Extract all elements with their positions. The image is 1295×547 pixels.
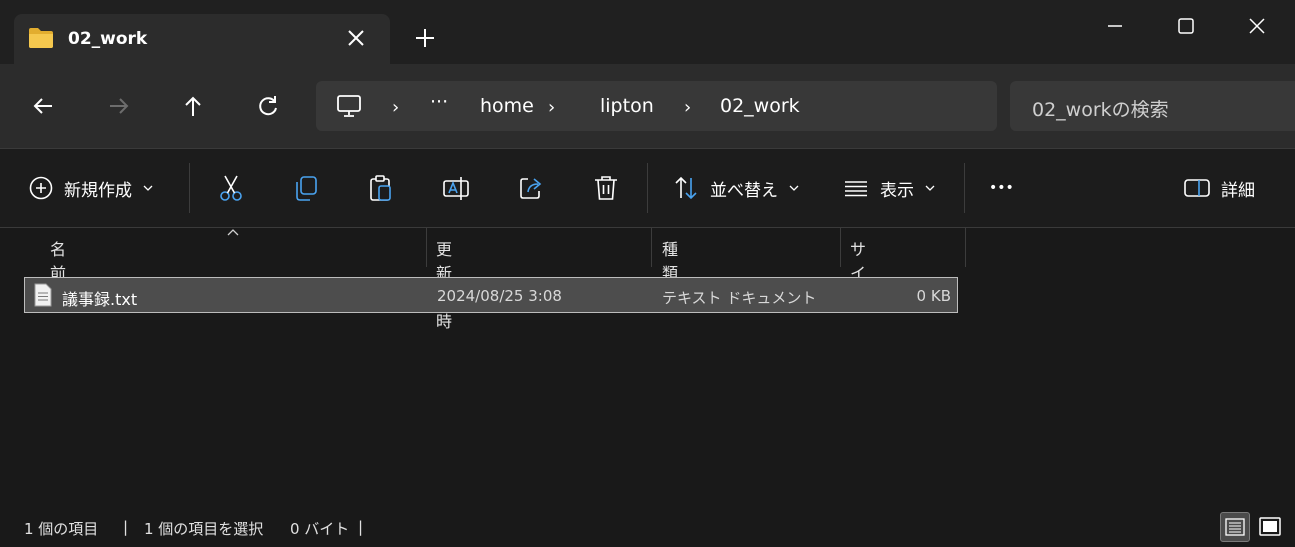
- chevron-down-icon: [789, 185, 799, 191]
- details-view-icon: [1225, 518, 1245, 536]
- chevron-down-icon: [143, 185, 153, 191]
- new-tab-icon[interactable]: [412, 25, 438, 51]
- divider: [647, 163, 648, 213]
- sort-ascending-icon: [227, 229, 239, 236]
- search-box[interactable]: 02_workの検索: [1010, 81, 1295, 131]
- tab-02-work[interactable]: 02_work: [14, 14, 390, 66]
- sort-label: 並べ替え: [710, 180, 778, 201]
- breadcrumb-lipton[interactable]: lipton: [600, 95, 654, 117]
- column-resizer[interactable]: [840, 228, 841, 267]
- tab-title: 02_work: [68, 29, 148, 49]
- view-list-icon: [845, 181, 867, 197]
- details-label: 詳細: [1221, 180, 1255, 201]
- chevron-right-icon[interactable]: ›: [684, 97, 691, 118]
- paste-icon[interactable]: [366, 173, 396, 203]
- status-divider: |: [358, 518, 364, 536]
- view-label: 表示: [880, 180, 914, 201]
- chevron-down-icon: [925, 185, 935, 191]
- refresh-icon[interactable]: [253, 91, 283, 121]
- cut-icon[interactable]: [216, 173, 246, 203]
- copy-icon[interactable]: [291, 173, 321, 203]
- close-icon[interactable]: [344, 26, 368, 50]
- large-icons-view-icon: [1259, 517, 1281, 536]
- file-name: 議事録.txt: [62, 290, 138, 309]
- status-divider: |: [123, 518, 129, 536]
- details-view-button[interactable]: [1220, 512, 1250, 542]
- column-resizer[interactable]: [426, 228, 427, 267]
- this-pc-icon[interactable]: [336, 93, 362, 119]
- table-row[interactable]: 議事録.txt 2024/08/25 3:08 テキスト ドキュメント 0 KB: [24, 277, 958, 313]
- navigation-bar: › ··· › home lipton › 02_work 02_workの検索: [0, 64, 1295, 148]
- selected-count: 1 個の項目を選択: [144, 520, 264, 538]
- file-type: テキスト ドキュメント: [662, 289, 817, 307]
- divider: [189, 163, 190, 213]
- details-pane-icon: [1184, 179, 1210, 197]
- text-file-icon: [34, 283, 52, 307]
- minimize-icon[interactable]: [1101, 12, 1129, 40]
- breadcrumb-02-work[interactable]: 02_work: [720, 95, 800, 117]
- chevron-right-icon[interactable]: ›: [548, 97, 555, 118]
- command-bar: 新規作成 並べ替え 表示 ••• 詳細: [0, 149, 1295, 227]
- column-resizer[interactable]: [651, 228, 652, 267]
- address-bar[interactable]: › ··· › home lipton › 02_work: [316, 81, 997, 131]
- forward-arrow-icon[interactable]: [104, 91, 134, 121]
- new-label: 新規作成: [64, 180, 132, 201]
- chevron-right-icon[interactable]: ›: [392, 97, 399, 118]
- plus-circle-icon: [29, 176, 53, 200]
- divider: [964, 163, 965, 213]
- file-modified: 2024/08/25 3:08: [437, 287, 562, 305]
- item-count: 1 個の項目: [24, 520, 99, 538]
- view-button[interactable]: 表示: [842, 171, 936, 205]
- window-close-icon[interactable]: [1243, 12, 1271, 40]
- rename-icon[interactable]: [441, 173, 471, 203]
- title-bar: 02_work: [0, 0, 1295, 66]
- column-resizer[interactable]: [965, 228, 966, 267]
- maximize-icon[interactable]: [1172, 12, 1200, 40]
- folder-icon: [29, 28, 53, 48]
- large-icons-view-button[interactable]: [1255, 512, 1285, 542]
- details-button[interactable]: 詳細: [1183, 171, 1255, 205]
- delete-icon[interactable]: [591, 173, 621, 203]
- more-options-icon[interactable]: •••: [989, 171, 1014, 205]
- selected-size: 0 バイト: [290, 520, 350, 538]
- new-button[interactable]: 新規作成: [28, 171, 154, 205]
- breadcrumb-overflow[interactable]: ···: [430, 91, 448, 113]
- file-size: 0 KB: [916, 287, 951, 305]
- up-arrow-icon[interactable]: [178, 91, 208, 121]
- sort-icon: [675, 176, 697, 200]
- breadcrumb-home[interactable]: home: [480, 95, 534, 117]
- sort-button[interactable]: 並べ替え: [672, 171, 800, 205]
- search-placeholder: 02_workの検索: [1032, 99, 1169, 121]
- status-bar: 1 個の項目 | 1 個の項目を選択 0 バイト |: [0, 512, 1295, 547]
- share-icon[interactable]: [516, 173, 546, 203]
- divider: [0, 227, 1295, 228]
- back-arrow-icon[interactable]: [28, 91, 58, 121]
